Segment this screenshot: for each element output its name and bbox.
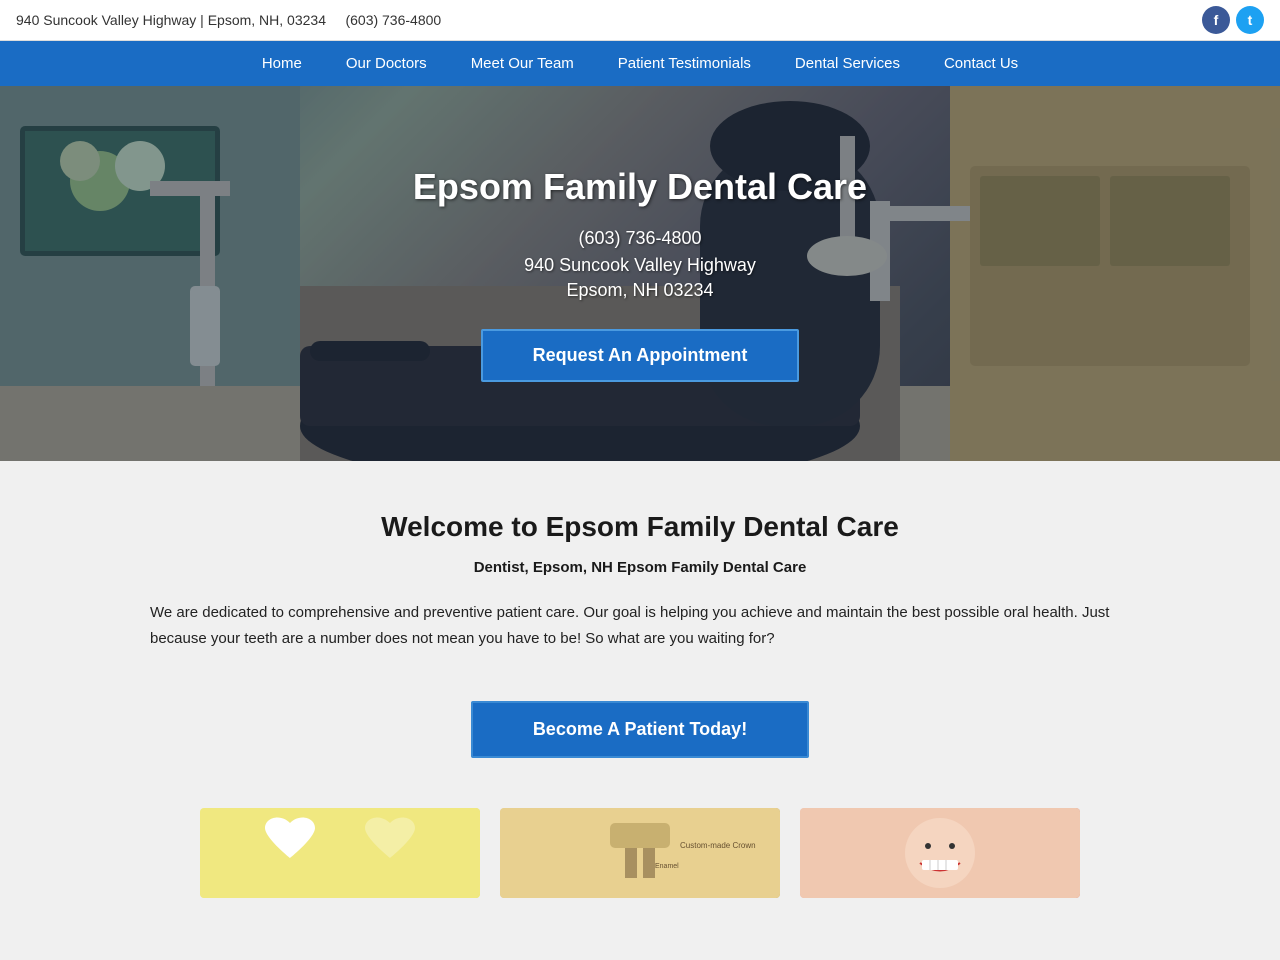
hero-address2: Epsom, NH 03234 (413, 280, 867, 301)
svg-text:Custom-made Crown: Custom-made Crown (680, 841, 756, 850)
main-nav: Home Our Doctors Meet Our Team Patient T… (0, 41, 1280, 86)
welcome-title: Welcome to Epsom Family Dental Care (80, 511, 1200, 543)
social-links: f t (1202, 6, 1264, 34)
become-patient-section: Become A Patient Today! (80, 701, 1200, 758)
nav-dental-services[interactable]: Dental Services (773, 41, 922, 86)
service-card-crown[interactable]: Custom-made Crown Enamel (500, 808, 780, 898)
phone-text: (603) 736-4800 (345, 12, 441, 28)
nav-our-doctors[interactable]: Our Doctors (324, 41, 449, 86)
hero-phone: (603) 736-4800 (413, 228, 867, 249)
hero-title: Epsom Family Dental Care (413, 166, 867, 208)
main-content: Welcome to Epsom Family Dental Care Dent… (0, 461, 1280, 948)
hero-content: Epsom Family Dental Care (603) 736-4800 … (413, 166, 867, 382)
nav-patient-testimonials[interactable]: Patient Testimonials (596, 41, 773, 86)
nav-contact-us[interactable]: Contact Us (922, 41, 1040, 86)
nav-meet-our-team[interactable]: Meet Our Team (449, 41, 596, 86)
top-bar-contact: 940 Suncook Valley Highway | Epsom, NH, … (16, 12, 441, 28)
service-card-braces[interactable] (800, 808, 1080, 898)
twitter-icon[interactable]: t (1236, 6, 1264, 34)
facebook-icon[interactable]: f (1202, 6, 1230, 34)
request-appointment-button[interactable]: Request An Appointment (481, 329, 800, 382)
welcome-text: We are dedicated to comprehensive and pr… (150, 600, 1130, 651)
svg-text:Enamel: Enamel (655, 863, 679, 870)
top-bar: 940 Suncook Valley Highway | Epsom, NH, … (0, 0, 1280, 41)
nav-home[interactable]: Home (240, 41, 324, 86)
become-patient-button[interactable]: Become A Patient Today! (471, 701, 809, 758)
service-card-tooth[interactable] (200, 808, 480, 898)
hero-section: Epsom Family Dental Care (603) 736-4800 … (0, 86, 1280, 461)
welcome-subtitle: Dentist, Epsom, NH Epsom Family Dental C… (80, 559, 1200, 576)
service-cards: Custom-made Crown Enamel (80, 808, 1200, 918)
hero-address1: 940 Suncook Valley Highway (413, 255, 867, 276)
address-text: 940 Suncook Valley Highway | Epsom, NH, … (16, 12, 326, 28)
